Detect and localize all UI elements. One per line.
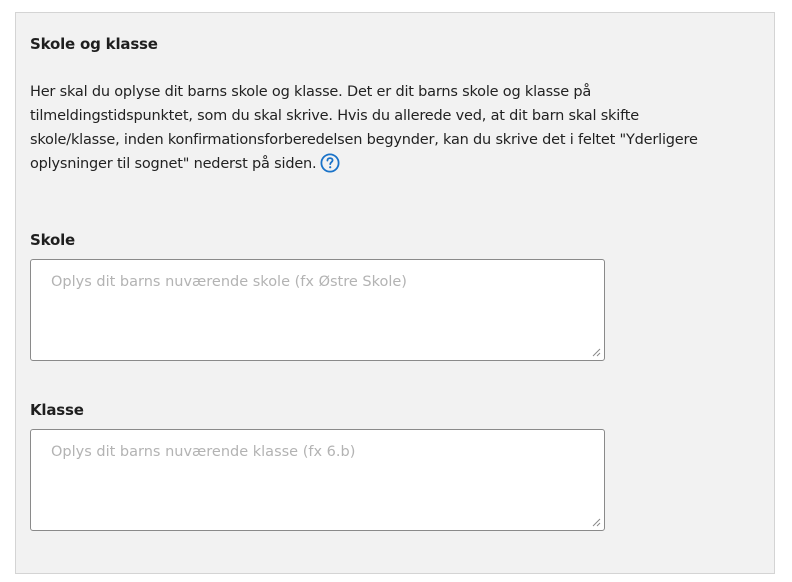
section-title: Skole og klasse — [30, 35, 158, 53]
section-description-text: Her skal du oplyse dit barns skole og kl… — [30, 84, 698, 172]
question-circle-icon[interactable] — [320, 152, 340, 173]
klasse-input[interactable] — [30, 429, 605, 531]
skole-label: Skole — [30, 231, 75, 249]
skole-resize-handle[interactable] — [591, 347, 601, 357]
question-circle-icon-svg — [320, 152, 340, 173]
section-description: Her skal du oplyse dit barns skole og kl… — [30, 80, 730, 176]
skole-input[interactable] — [30, 259, 605, 361]
klasse-label: Klasse — [30, 401, 84, 419]
klasse-resize-handle[interactable] — [591, 517, 601, 527]
